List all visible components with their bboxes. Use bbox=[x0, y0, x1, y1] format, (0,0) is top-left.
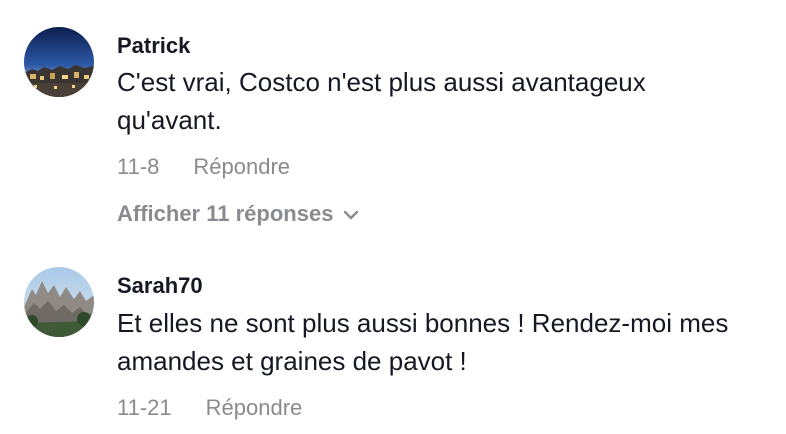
comment-item: Patrick C'est vrai, Costco n'est plus au… bbox=[0, 0, 786, 240]
chevron-down-icon bbox=[343, 200, 359, 226]
comment-text: Et elles ne sont plus aussi bonnes ! Ren… bbox=[117, 308, 729, 376]
comment-item: Sarah70 Et elles ne sont plus aussi bonn… bbox=[0, 240, 786, 434]
reply-button[interactable]: Répondre bbox=[193, 154, 290, 180]
view-replies-label: Afficher 11 réponses bbox=[117, 201, 334, 226]
comment-username[interactable]: Sarah70 bbox=[117, 273, 203, 299]
comment-username[interactable]: Patrick bbox=[117, 33, 190, 59]
comment-meta: 11-8 Répondre bbox=[117, 154, 290, 180]
night-city-avatar-icon bbox=[24, 27, 94, 97]
mountain-avatar-icon bbox=[24, 267, 94, 337]
reply-button[interactable]: Répondre bbox=[206, 395, 303, 421]
comment-meta: 11-21 Répondre bbox=[117, 395, 302, 421]
comment-date: 11-8 bbox=[117, 154, 160, 179]
avatar[interactable] bbox=[24, 27, 94, 97]
view-replies-button[interactable]: Afficher 11 réponses bbox=[117, 201, 359, 227]
comment-text: C'est vrai, Costco n'est plus aussi avan… bbox=[117, 67, 646, 135]
avatar[interactable] bbox=[24, 267, 94, 337]
comment-date: 11-21 bbox=[117, 395, 172, 420]
